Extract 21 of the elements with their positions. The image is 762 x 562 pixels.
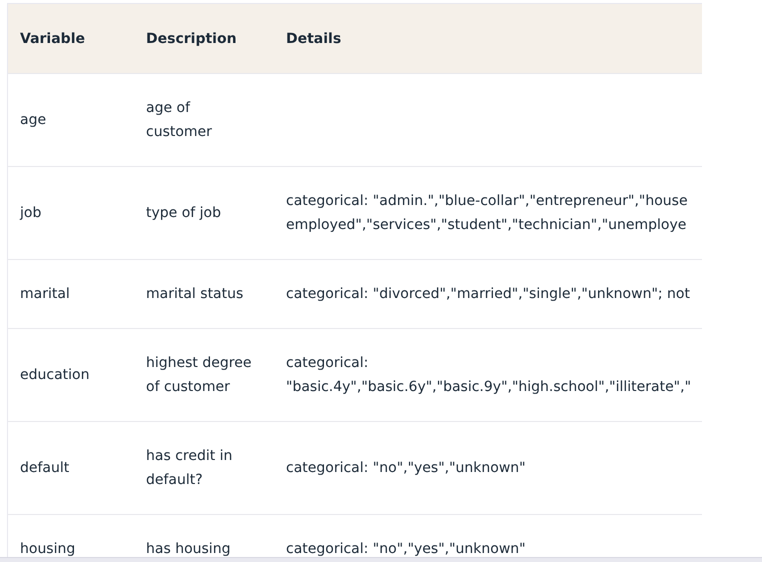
column-header: Description xyxy=(146,30,237,46)
table-cell-text: highest degree of customer xyxy=(146,354,252,397)
table-cell-text: categorical: "basic.4y","basic.6y","basic.9y","high.school","illiterate"," xyxy=(286,354,692,397)
horizontal-scrollbar[interactable] xyxy=(0,557,762,562)
table-cell: education xyxy=(20,367,90,383)
table-cell-text: age of customer xyxy=(146,99,212,142)
table-cell-text: marital status xyxy=(146,285,244,304)
table-cell-text: categorical: "admin.","blue-collar","entrepreneur","house employed","services","student","technician","unemploye xyxy=(286,192,688,235)
table-cell-text: has credit in default? xyxy=(146,447,232,490)
table-cell-text: type of job xyxy=(146,204,222,223)
table-cell-text: categorical: "no","yes","unknown" xyxy=(286,540,526,557)
table-cell-text: categorical: "no","yes","unknown" xyxy=(286,459,526,478)
column-header: Details xyxy=(286,30,342,46)
table-cell: age xyxy=(20,112,46,128)
table-cell-text: categorical: "divorced","married","single","unknown"; not xyxy=(286,285,690,304)
table-cell: housing xyxy=(20,541,76,557)
column-header: Variable xyxy=(20,30,85,46)
table-cell: job xyxy=(20,205,42,221)
table-cell: marital xyxy=(20,286,70,302)
table-cell-text: has housing xyxy=(146,540,230,557)
table-cell: default xyxy=(20,460,70,476)
